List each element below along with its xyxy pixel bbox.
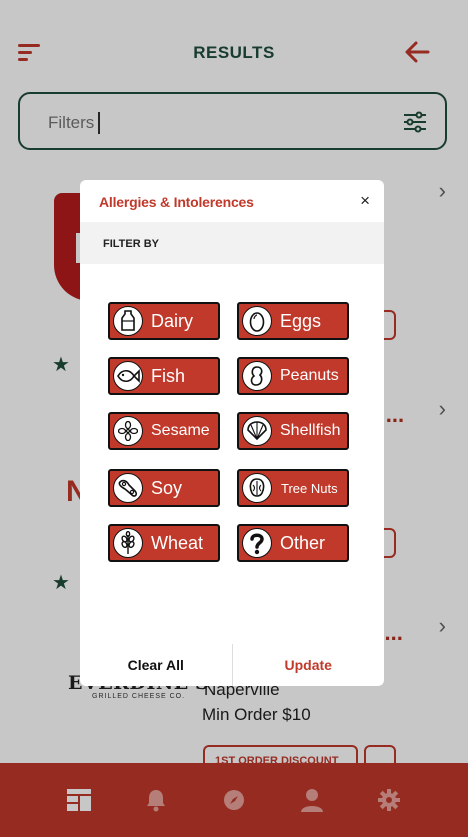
allergen-label: Other (280, 532, 326, 553)
wheat-icon (113, 528, 143, 558)
peanut-icon (242, 361, 272, 391)
allergen-sesame-button[interactable]: Sesame (108, 412, 220, 450)
clear-all-button[interactable]: Clear All (80, 644, 233, 686)
allergen-label: Soy (151, 477, 183, 498)
allergen-label: Peanuts (280, 367, 339, 384)
close-icon[interactable]: × (360, 191, 370, 211)
egg-icon (242, 306, 272, 336)
allergen-peanuts-button[interactable]: Peanuts (237, 357, 349, 395)
allergen-label: Eggs (280, 310, 322, 331)
allergen-wheat-button[interactable]: Wheat (108, 524, 220, 562)
allergen-fish-button[interactable]: Fish (108, 357, 220, 395)
filter-by-label: FILTER BY (103, 238, 160, 250)
milk-bottle-icon (113, 306, 143, 336)
update-button[interactable]: Update (233, 644, 385, 686)
sesame-icon (113, 416, 143, 446)
shell-icon (242, 416, 272, 446)
allergen-soy-button[interactable]: Soy (108, 469, 220, 507)
tree-nut-icon (242, 473, 272, 503)
allergies-modal: Allergies & Intolerences × FILTER BY Dai… (80, 180, 384, 686)
allergen-label: Sesame (151, 422, 210, 439)
allergen-label: Tree Nuts (281, 480, 338, 496)
allergen-shellfish-button[interactable]: Shellfish (237, 412, 349, 450)
question-icon (242, 528, 272, 558)
fish-icon (113, 361, 143, 391)
filter-by-bar: FILTER BY (80, 222, 384, 264)
allergen-label: Wheat (151, 532, 204, 553)
allergen-dairy-button[interactable]: Dairy (108, 302, 220, 340)
allergen-other-button[interactable]: Other (237, 524, 349, 562)
allergen-label: Fish (151, 365, 186, 386)
modal-footer: Clear All Update (80, 644, 384, 686)
soy-icon (113, 473, 143, 503)
modal-title: Allergies & Intolerences (99, 194, 254, 210)
allergen-label: Dairy (151, 310, 194, 331)
allergen-eggs-button[interactable]: Eggs (237, 302, 349, 340)
allergen-tree-nuts-button[interactable]: Tree Nuts (237, 469, 349, 507)
allergen-label: Shellfish (280, 422, 341, 439)
